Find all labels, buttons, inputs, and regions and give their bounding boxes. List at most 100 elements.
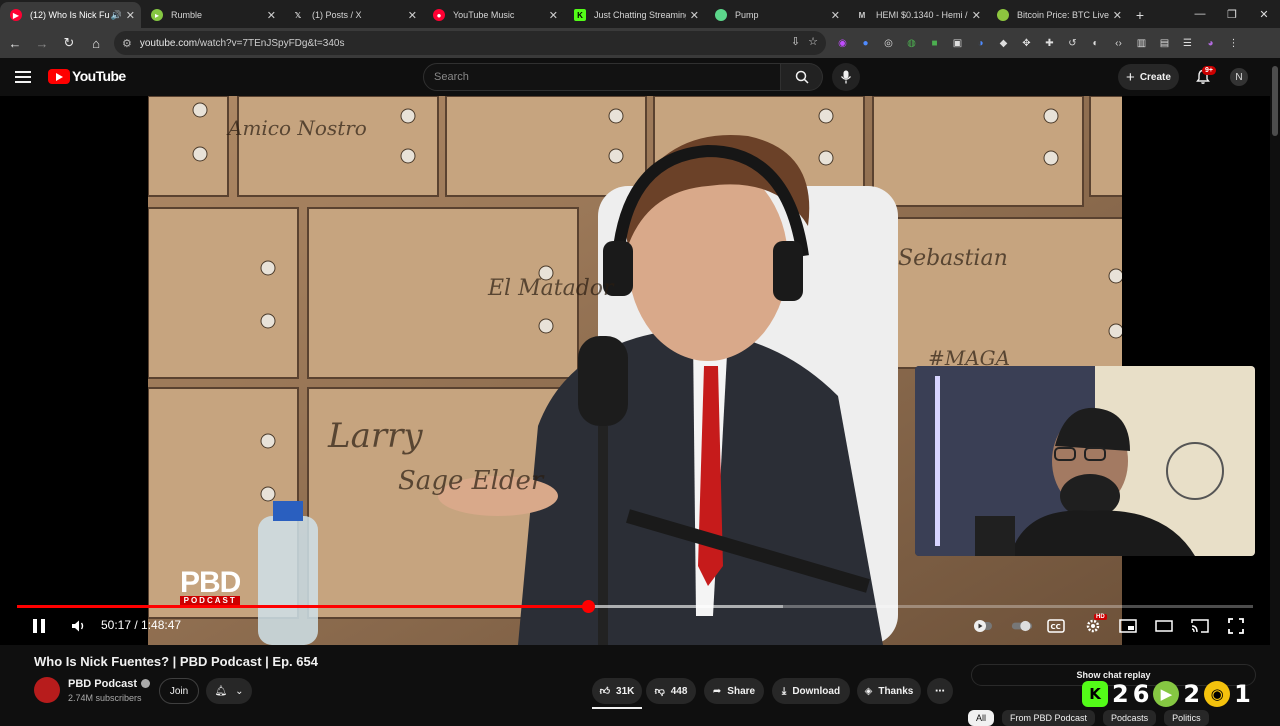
miniplayer-icon [1119,619,1137,633]
close-tab-icon[interactable]: ✕ [267,9,276,22]
tab-kick[interactable]: K Just Chatting Streaming - ✕ [564,2,705,28]
tab-title: YouTube Music [453,10,515,20]
tab-bitcoin[interactable]: Bitcoin Price: BTC Live Pric ✕ [987,2,1128,28]
channel-avatar[interactable] [34,677,60,703]
autoplay-switch[interactable] [1011,616,1033,636]
microphone-icon [840,70,852,84]
extension-icon[interactable]: ● [857,35,874,52]
youtube-music-icon: ● [433,9,445,21]
menu-icon[interactable] [14,68,32,86]
join-button[interactable]: Join [159,678,199,704]
close-tab-icon[interactable]: ✕ [831,9,840,22]
wall-signature: Amico Nostro [228,116,367,140]
extension-icon[interactable]: ◎ [880,35,897,52]
youtube-logo[interactable]: YouTube [48,68,126,84]
close-tab-icon[interactable]: ✕ [1113,9,1122,22]
reading-list-icon[interactable]: ☰ [1179,35,1196,52]
extension-icon[interactable]: ◑ [972,35,989,52]
tab-title: Rumble [171,10,203,20]
minimize-icon[interactable]: — [1184,0,1216,28]
platform-icon: ◉ [1204,681,1231,707]
tab-youtube[interactable]: ▶ (12) Who Is Nick Fuen 🔊 ✕ [0,2,141,28]
new-tab-icon[interactable]: + [1128,2,1152,28]
channel-name[interactable]: PBD Podcast [68,678,151,690]
dislike-button[interactable]: 👎︎ 448 [646,678,696,704]
restore-icon[interactable]: ❐ [1216,0,1248,28]
more-actions-button[interactable]: ⋯ [927,678,953,704]
extension-icon[interactable]: ◍ [903,35,920,52]
pbd-podcast-logo: PBD PODCAST [180,566,241,605]
voice-search-button[interactable] [832,63,860,91]
subscribed-bell-button[interactable]: 🔔︎ ⌄ [206,678,252,704]
site-info-icon[interactable]: ⚙ [122,37,132,50]
address-bar-row: ← → ↻ ⌂ ⚙ youtube.com/watch?v=7TEnJSpyFD… [0,28,1280,58]
close-window-icon[interactable]: ✕ [1248,0,1280,28]
seek-bar[interactable] [17,600,1253,613]
devtools-icon[interactable]: ‹› [1110,35,1127,52]
create-button[interactable]: + Create [1118,64,1179,90]
extension-icon[interactable]: ✥ [1018,35,1035,52]
chip-politics[interactable]: Politics [1164,710,1209,726]
share-button[interactable]: ➦ Share [704,678,764,704]
video-player[interactable]: Amico Nostro Larry Sage Elder Sebastian … [0,96,1270,645]
url-field[interactable]: ⚙ youtube.com/watch?v=7TEnJSpyFDg&t=340s… [114,31,826,55]
close-tab-icon[interactable]: ✕ [972,9,981,22]
extension-icon[interactable]: ▤ [1156,35,1173,52]
close-tab-icon[interactable]: ✕ [408,9,417,22]
cast-button[interactable] [1189,616,1211,636]
scrollbar-thumb[interactable] [1272,66,1278,136]
tab-x[interactable]: 𝕏 (1) Posts / X ✕ [282,2,423,28]
close-tab-icon[interactable]: ✕ [690,9,699,22]
miniplayer-button[interactable] [1117,616,1139,636]
pause-button[interactable] [28,616,50,636]
speaker-icon[interactable]: 🔊 [111,10,122,21]
like-button[interactable]: 👍︎ 31K [592,678,642,704]
search-input[interactable]: Search [423,63,781,91]
install-icon[interactable]: ⇩ [791,35,800,48]
profile-icon[interactable]: ◕ [1202,35,1219,52]
pause-icon [33,619,45,633]
page-scrollbar[interactable] [1270,58,1280,720]
chip-all[interactable]: All [968,710,995,726]
url-host: youtube.com [139,37,198,49]
home-icon[interactable]: ⌂ [84,31,108,55]
chip-from-channel[interactable]: From PBD Podcast [1002,710,1096,726]
extension-icon[interactable]: ◉ [834,35,851,52]
bookmark-star-icon[interactable]: ☆ [808,35,818,48]
sidepanel-icon[interactable]: ▥ [1133,35,1150,52]
puzzle-icon[interactable]: ✚ [1041,35,1058,52]
thumbs-up-icon: 👍︎ [599,686,611,697]
extension-icon[interactable]: ▣ [949,35,966,52]
extension-icon[interactable]: ◆ [995,35,1012,52]
reload-icon[interactable]: ↻ [57,31,81,55]
account-avatar[interactable]: N [1230,68,1248,86]
search-button[interactable] [781,63,823,91]
tab-rumble[interactable]: ▸ Rumble ✕ [141,2,282,28]
fullscreen-button[interactable] [1225,616,1247,636]
download-button[interactable]: ⤓ Download [772,678,850,704]
back-icon[interactable]: ← [3,31,27,55]
volume-button[interactable] [68,616,90,636]
tab-pump[interactable]: Pump ✕ [705,2,846,28]
kebab-menu-icon[interactable]: ⋮ [1225,35,1242,52]
played-bar [17,605,589,608]
tab-youtube-music[interactable]: ● YouTube Music ✕ [423,2,564,28]
settings-button[interactable]: HD [1082,614,1107,636]
autoplay-toggle[interactable] [972,616,994,636]
theater-mode-button[interactable] [1153,616,1175,636]
thanks-label: Thanks [878,685,914,697]
close-tab-icon[interactable]: ✕ [126,9,135,22]
kick-icon: K [574,9,586,21]
tab-hemi[interactable]: M HEMI $0.1340 - Hemi / US ✕ [846,2,987,28]
chip-podcasts[interactable]: Podcasts [1103,710,1157,726]
forward-icon[interactable]: → [30,31,54,55]
extension-icon[interactable]: ◐ [1087,35,1104,52]
close-tab-icon[interactable]: ✕ [549,9,558,22]
scrubber-handle[interactable] [582,600,596,613]
extension-icon[interactable]: ■ [926,35,943,52]
history-icon[interactable]: ↺ [1064,35,1081,52]
subtitles-button[interactable]: CC [1045,616,1067,636]
chevron-down-icon: ⌄ [235,685,244,697]
thanks-button[interactable]: ◈ Thanks [857,678,921,704]
toggle-icon [1011,620,1033,632]
